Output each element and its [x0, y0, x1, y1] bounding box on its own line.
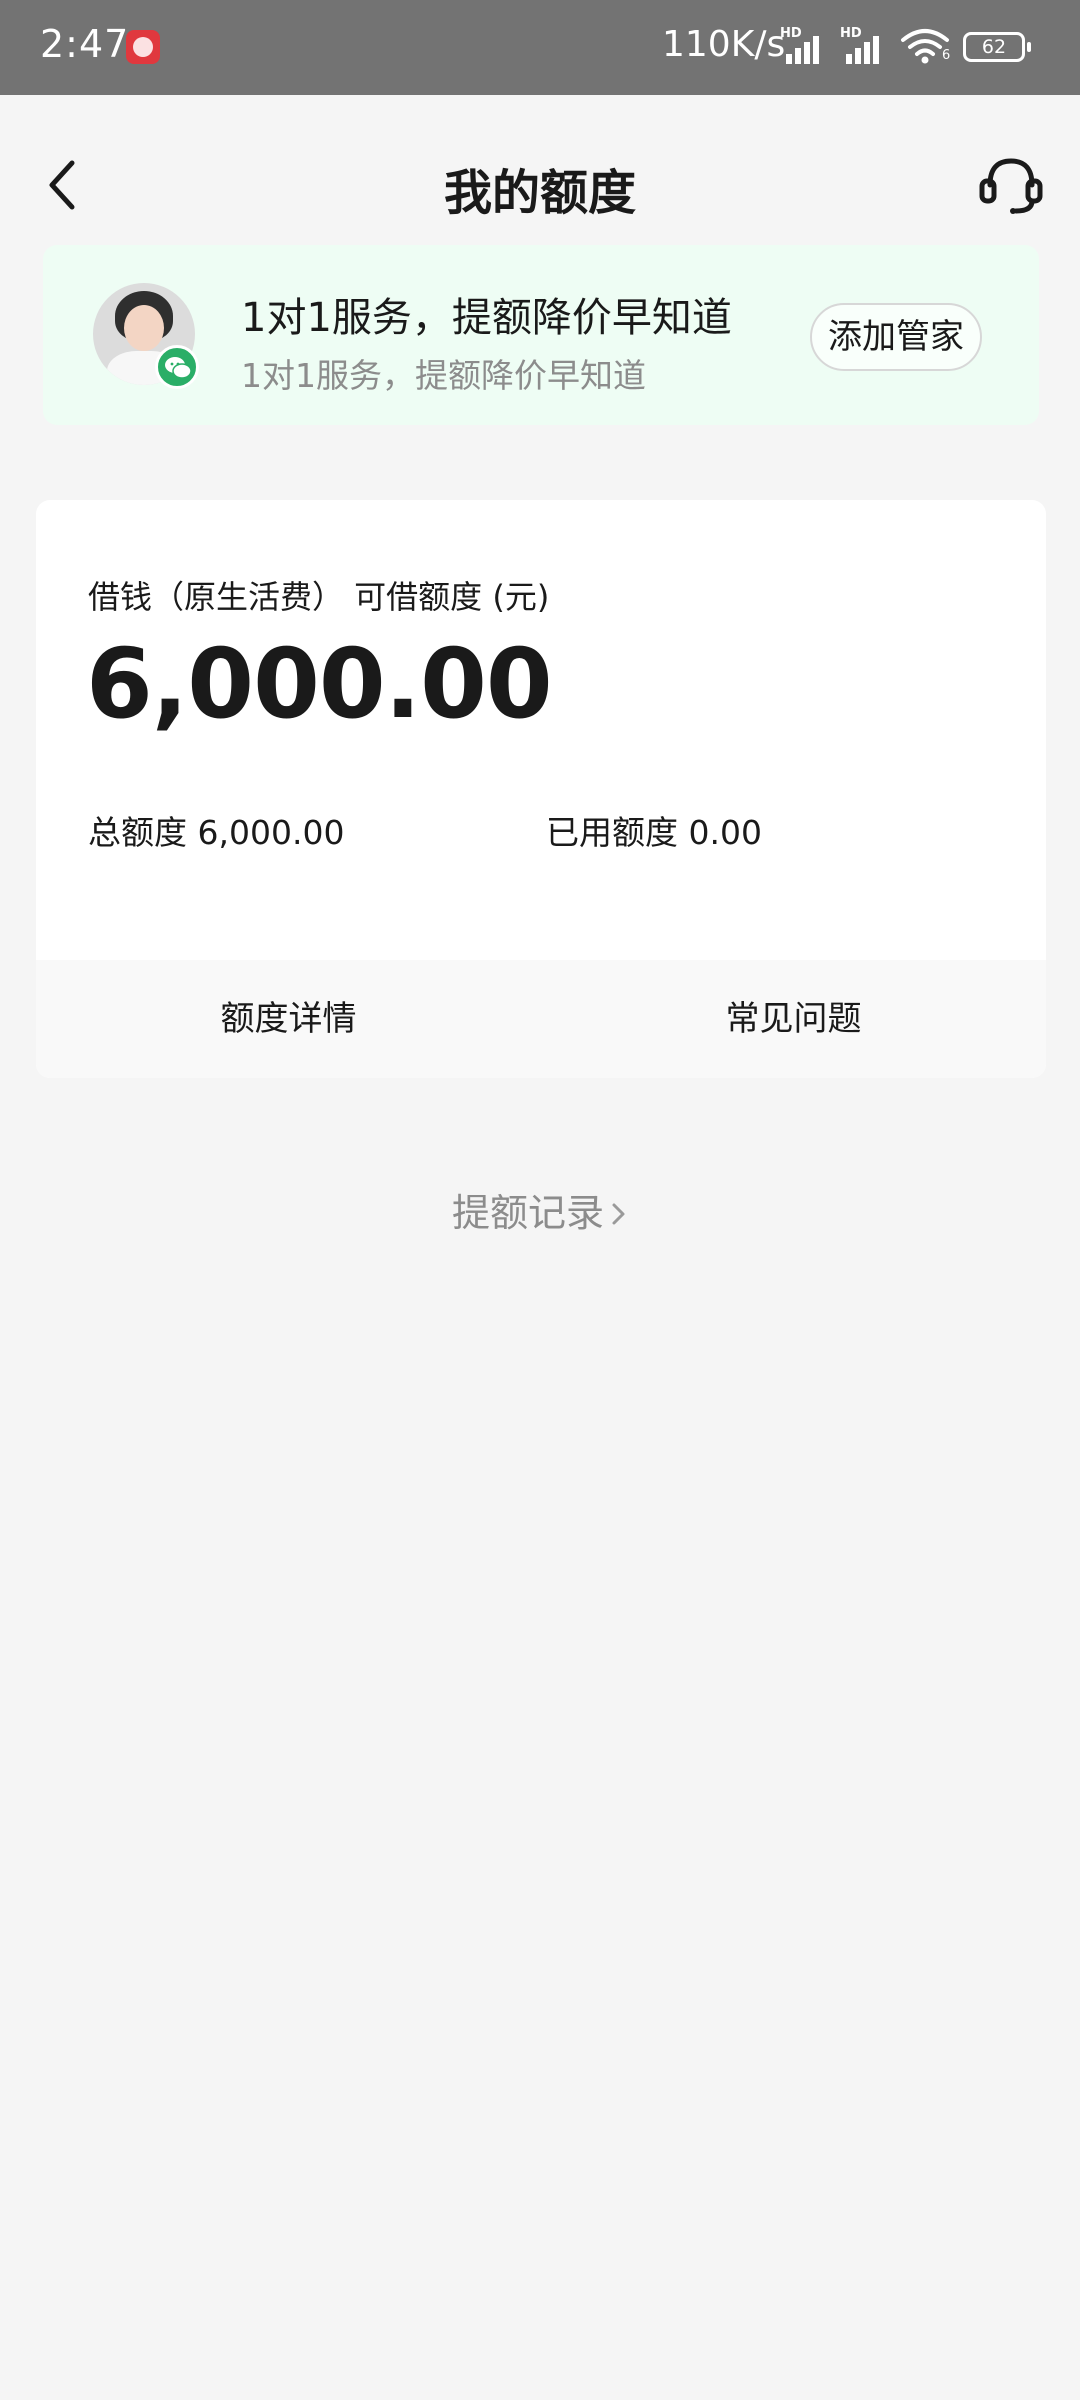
cell-signal-icon-2: HD: [840, 26, 888, 64]
wifi-icon: 6: [900, 26, 950, 66]
total-quota: 总额度 6,000.00: [88, 806, 344, 854]
increase-record-label: 提额记录: [451, 1191, 604, 1235]
available-quota-label: 借钱（原生活费） 可借额度 (元): [88, 578, 550, 616]
used-quota: 已用额度 0.00: [546, 806, 762, 854]
quota-card: 借钱（原生活费） 可借额度 (元) 6,000.00 总额度 6,000.00 …: [36, 500, 1046, 1078]
app-notification-icon: [126, 30, 160, 64]
promo-title: 1对1服务，提额降价早知道: [241, 295, 732, 341]
wechat-icon: [155, 345, 199, 389]
battery-icon: 62: [963, 32, 1031, 62]
add-steward-button[interactable]: 添加管家: [810, 303, 982, 371]
wifi-sub-label: 6: [942, 48, 951, 63]
promo-subtitle: 1对1服务，提额降价早知道: [241, 356, 646, 395]
chevron-right-icon: [610, 1194, 628, 1238]
customer-service-icon[interactable]: [978, 155, 1044, 215]
network-speed: 110K/s: [662, 24, 786, 65]
app-header: 我的额度: [0, 95, 1080, 270]
status-bar: 2:47 110K/s HD HD 6 62: [0, 0, 1080, 95]
used-quota-label: 已用额度: [546, 813, 678, 852]
available-quota-amount: 6,000.00: [86, 628, 553, 740]
faq-button[interactable]: 常见问题: [541, 960, 1046, 1078]
total-quota-label: 总额度: [88, 813, 187, 852]
cell-signal-icon: HD: [780, 26, 828, 64]
quota-details-button[interactable]: 额度详情: [36, 960, 541, 1078]
status-time: 2:47: [40, 22, 130, 66]
total-quota-value: 6,000.00: [197, 813, 345, 852]
battery-level: 62: [981, 36, 1007, 58]
used-quota-value: 0.00: [688, 813, 762, 852]
service-promo-banner[interactable]: 1对1服务，提额降价早知道 1对1服务，提额降价早知道 添加管家: [43, 245, 1039, 425]
page-title: 我的额度: [443, 165, 636, 221]
quota-actions: 额度详情 常见问题: [36, 960, 1046, 1078]
increase-record-link[interactable]: 提额记录: [0, 1182, 1080, 1238]
